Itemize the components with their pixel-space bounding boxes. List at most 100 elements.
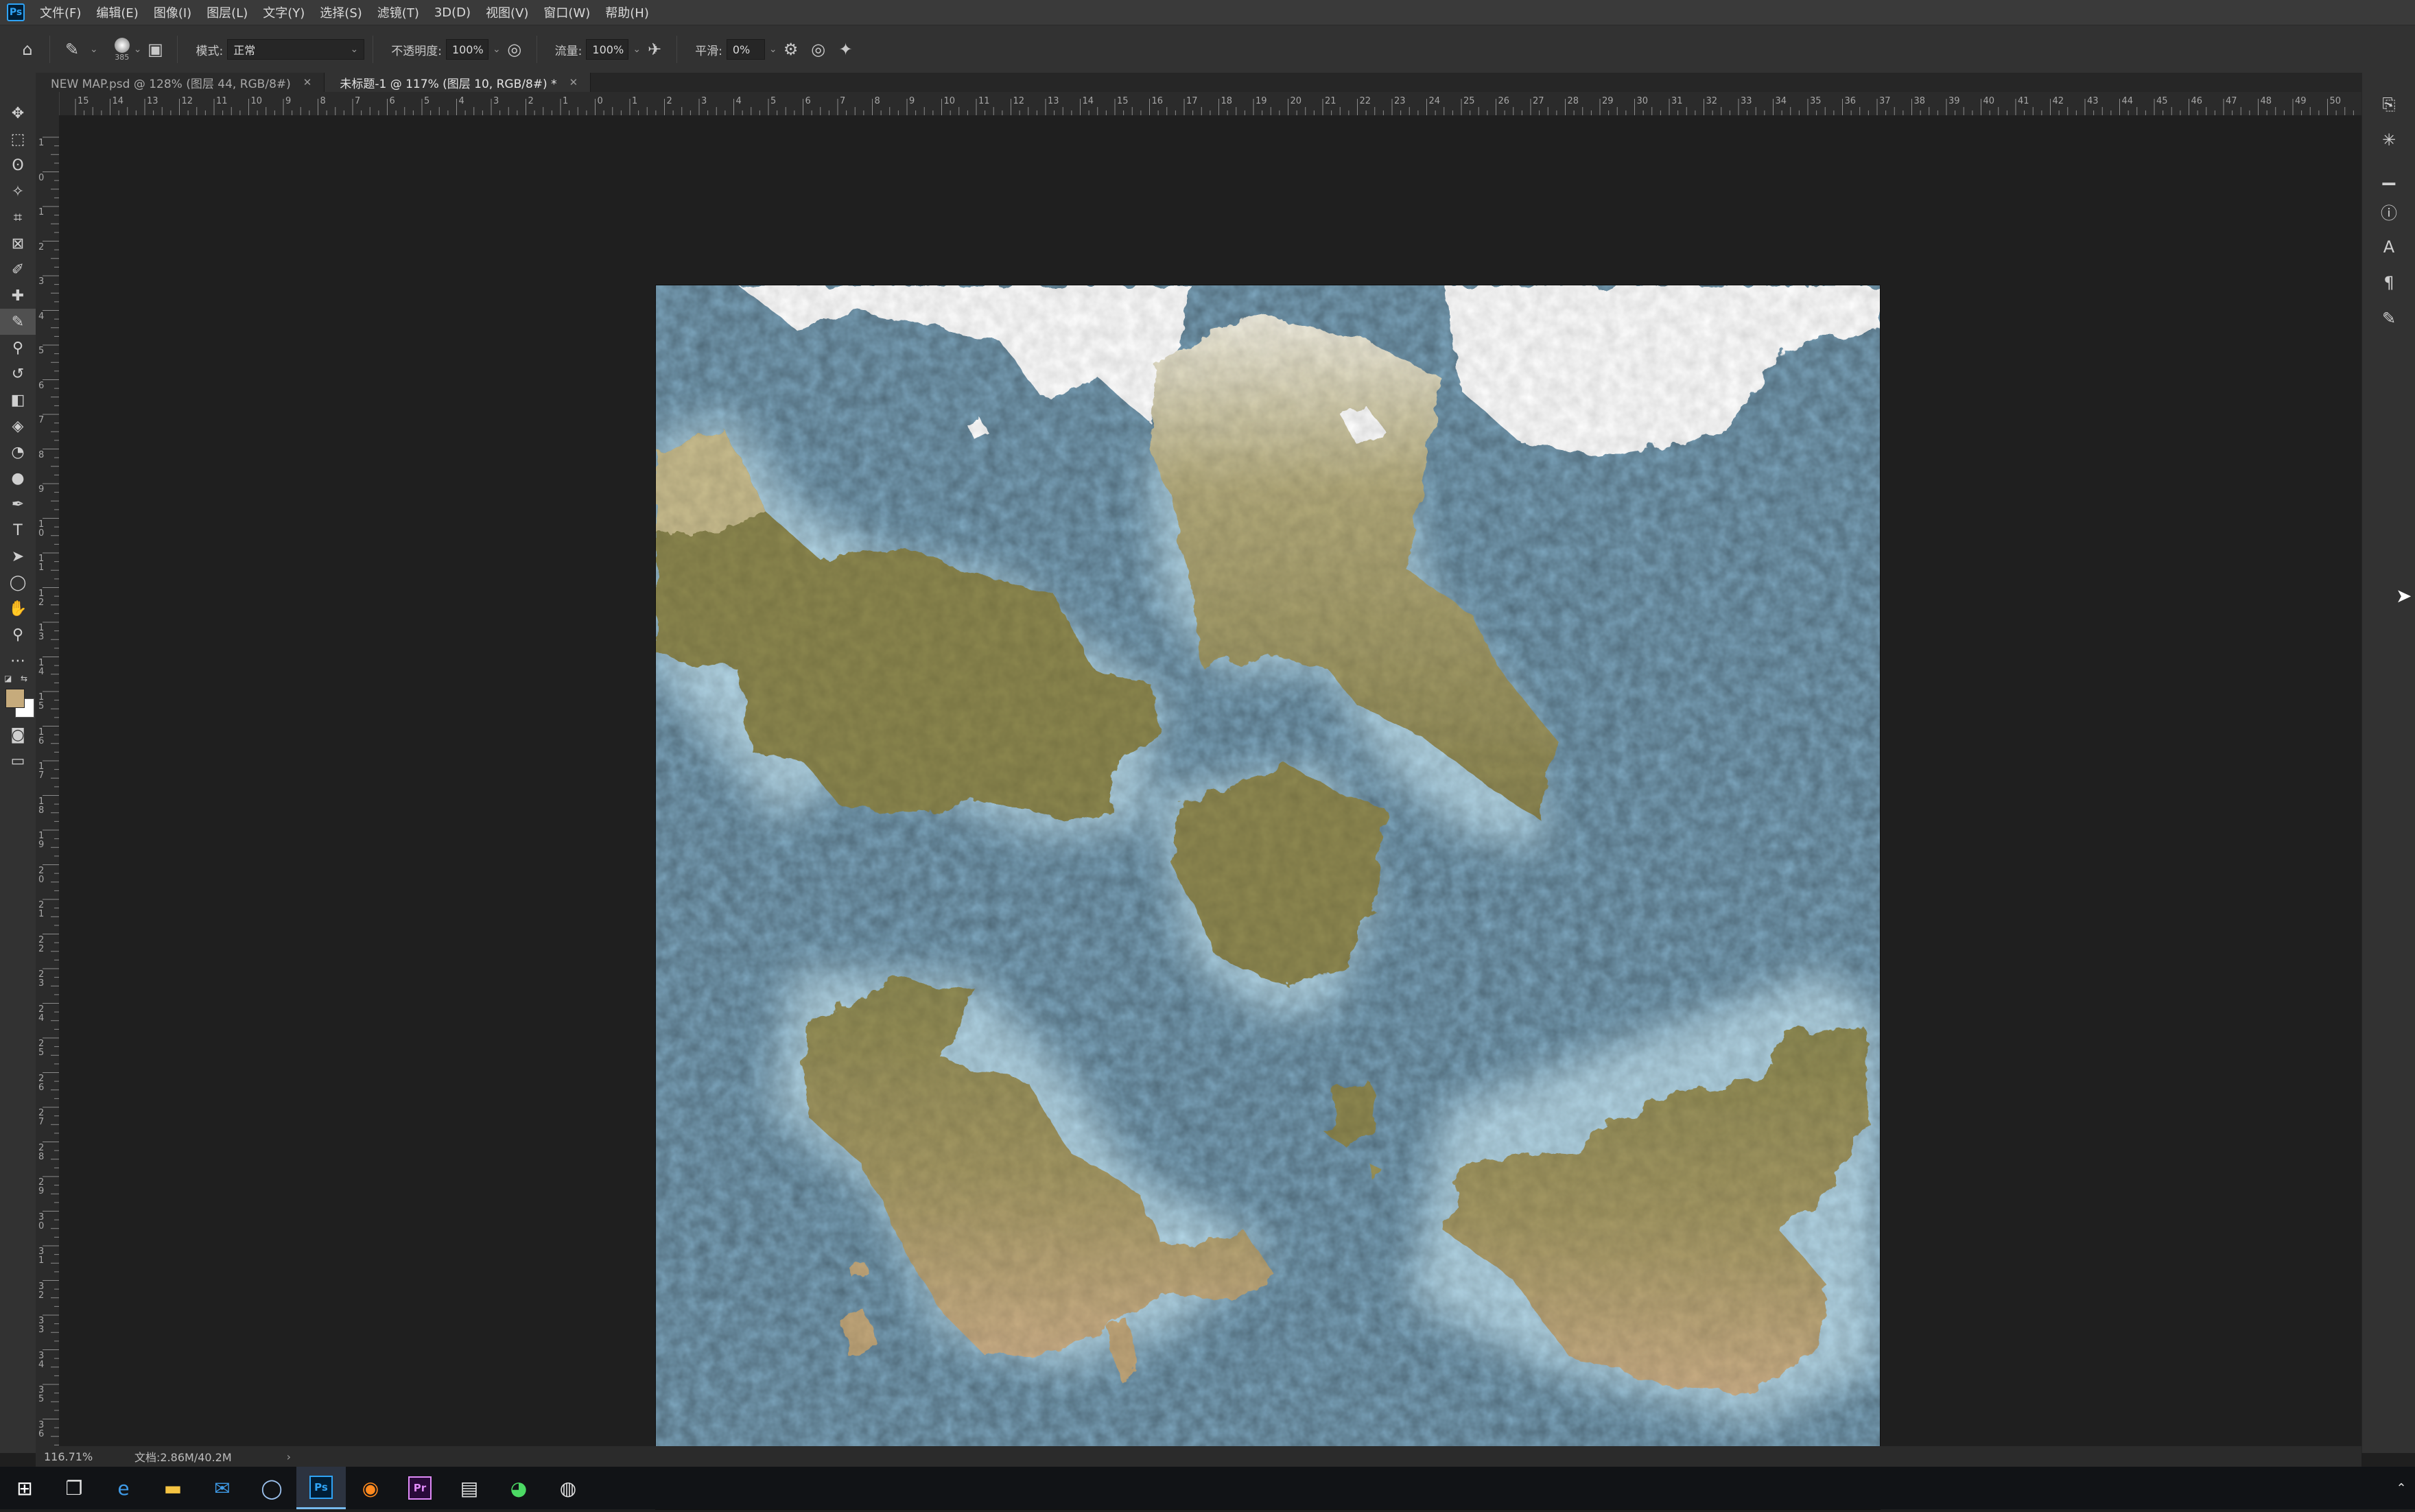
app-window-icon[interactable]: ▤ (445, 1467, 494, 1509)
menu-edit[interactable]: 编辑(E) (96, 3, 138, 21)
ruler-label: 11 (978, 96, 990, 106)
menu-view[interactable]: 视图(V) (486, 3, 528, 21)
foreground-color-swatch[interactable] (5, 689, 25, 708)
crop-tool-icon[interactable]: ⌗ (0, 204, 36, 231)
file-explorer-icon[interactable]: ▬ (148, 1467, 198, 1509)
history-panel-icon[interactable]: ⎘ (2362, 86, 2415, 122)
panel-grip (2362, 73, 2415, 86)
quick-mask-icon[interactable]: ◙ (0, 722, 36, 748)
menu-type[interactable]: 文字(Y) (263, 3, 305, 21)
chevron-down-icon[interactable]: ⌄ (633, 44, 641, 55)
ruler-origin[interactable] (36, 92, 60, 116)
zoom-tool-icon[interactable]: ⚲ (0, 622, 36, 648)
zoom-level[interactable]: 116.71% (44, 1450, 126, 1463)
info-panel-icon[interactable]: ⓘ (2362, 193, 2415, 229)
paint-bucket-tool-icon[interactable]: ◈ (0, 413, 36, 439)
smoothing-input[interactable]: 0% (726, 39, 765, 60)
airbrush-icon[interactable]: ✈ (641, 36, 668, 63)
dodge-tool-icon[interactable]: ● (0, 465, 36, 491)
document-canvas[interactable] (656, 285, 1880, 1509)
flow-input[interactable]: 100% (586, 39, 629, 60)
ruler-label: 25 (1463, 96, 1475, 106)
chevron-down-icon[interactable]: ⌄ (134, 44, 142, 55)
healing-brush-tool-icon[interactable]: ✚ (0, 283, 36, 309)
chevron-up-icon[interactable]: ⌃ (2388, 1467, 2415, 1509)
brush-settings-panel-icon[interactable]: ▣ (141, 36, 169, 63)
pen-tool-icon[interactable]: ✒ (0, 491, 36, 517)
document-tabs: NEW MAP.psd @ 128% (图层 44, RGB/8#) ✕ 未标题… (36, 73, 2361, 92)
pressure-opacity-icon[interactable]: ◎ (501, 36, 528, 63)
histogram-panel-icon[interactable]: ▁ (2362, 158, 2415, 193)
windows-start-icon[interactable]: ⊞ (0, 1467, 49, 1509)
more-tools-icon[interactable]: ⋯ (0, 648, 36, 674)
cortana-icon[interactable]: ◯ (247, 1467, 296, 1509)
opacity-input[interactable]: 100% (445, 39, 488, 60)
brush-settings-panel-icon[interactable]: ✎ (2362, 300, 2415, 336)
menu-filter[interactable]: 滤镜(T) (377, 3, 419, 21)
firefox-icon[interactable]: ◉ (346, 1467, 395, 1509)
history-brush-tool-icon[interactable]: ↺ (0, 361, 36, 387)
wechat-icon[interactable]: ◕ (494, 1467, 543, 1509)
mail-icon[interactable]: ✉ (198, 1467, 247, 1509)
ruler-label: 26 (38, 1073, 45, 1093)
ruler-label: 12 (1013, 96, 1025, 106)
menu-file[interactable]: 文件(F) (40, 3, 81, 21)
adjustments-panel-icon[interactable]: ✳ (2362, 122, 2415, 158)
close-icon[interactable]: ✕ (569, 76, 578, 88)
chevron-down-icon[interactable]: ⌄ (493, 44, 501, 55)
ruler-label: 12 (38, 588, 45, 608)
swap-colors-icon[interactable]: ⇆ (21, 674, 27, 683)
clone-stamp-tool-icon[interactable]: ⚲ (0, 335, 36, 361)
vertical-ruler[interactable]: 1 0 1 2 3 4 5 6 7 8 9 10 11 12 13 14 15 16 17 18 19 20 21 22 23 2… (36, 115, 60, 1453)
ruler-label: 5 (424, 96, 430, 106)
home-icon[interactable]: ⌂ (14, 36, 41, 63)
hand-tool-icon[interactable]: ✋ (0, 595, 36, 622)
screen-mode-icon[interactable]: ▭ (0, 748, 36, 774)
menu-window[interactable]: 窗口(W) (543, 3, 590, 21)
chevron-down-icon[interactable]: ⌄ (90, 44, 98, 55)
obs-icon[interactable]: ◍ (543, 1467, 593, 1509)
move-tool-icon[interactable]: ✥ (0, 100, 36, 126)
blur-tool-icon[interactable]: ◔ (0, 439, 36, 465)
tools-panel: ✥ ⬚ ʘ ✧ ⌗ ⊠ ✐ ✚ ✎ ⚲ ↺ ◧ ◈ ◔ ● ✒ T ➤ ◯ ✋ … (0, 73, 36, 1453)
symmetry-icon[interactable]: ✦ (832, 36, 860, 63)
ruler-label: 30 (38, 1212, 45, 1231)
workspace[interactable] (59, 115, 2361, 1509)
premiere-icon[interactable]: Pr (395, 1467, 445, 1509)
shape-tool-icon[interactable]: ◯ (0, 569, 36, 595)
brush-size-picker[interactable]: 385 (114, 37, 130, 62)
marquee-tool-icon[interactable]: ⬚ (0, 126, 36, 152)
chevron-down-icon[interactable]: ⌄ (769, 44, 777, 55)
tab-untitled-1[interactable]: 未标题-1 @ 117% (图层 10, RGB/8#) * ✕ (325, 73, 591, 92)
menu-3d[interactable]: 3D(D) (434, 5, 471, 20)
brush-tool-icon[interactable]: ✎ (0, 309, 36, 335)
pressure-size-icon[interactable]: ◎ (805, 36, 832, 63)
gear-icon[interactable]: ⚙ (777, 36, 805, 63)
edge-browser-icon[interactable]: e (99, 1467, 148, 1509)
menu-layer[interactable]: 图层(L) (207, 3, 248, 21)
ruler-label: 44 (2121, 96, 2134, 106)
photoshop-taskbar-icon[interactable]: Ps (296, 1467, 346, 1509)
menu-help[interactable]: 帮助(H) (605, 3, 649, 21)
magic-wand-tool-icon[interactable]: ✧ (0, 178, 36, 204)
character-panel-icon[interactable]: A (2362, 229, 2415, 265)
lasso-tool-icon[interactable]: ʘ (0, 152, 36, 178)
menu-image[interactable]: 图像(I) (154, 3, 191, 21)
menu-select[interactable]: 选择(S) (320, 3, 362, 21)
eraser-tool-icon[interactable]: ◧ (0, 387, 36, 413)
path-selection-tool-icon[interactable]: ➤ (0, 543, 36, 569)
chevron-right-icon[interactable]: › (287, 1450, 291, 1463)
frame-tool-icon[interactable]: ⊠ (0, 231, 36, 257)
task-view-icon[interactable]: ❐ (49, 1467, 99, 1509)
type-tool-icon[interactable]: T (0, 517, 36, 543)
eyedropper-tool-icon[interactable]: ✐ (0, 257, 36, 283)
horizontal-ruler[interactable]: 15 14 13 12 11 10 9 8 7 6 5 4 3 2 1 0 1 2 3 4 5 6 7 8 9 10 11 12 13 1… (36, 92, 2361, 116)
mode-select[interactable]: 正常 ⌄ (227, 39, 365, 60)
tab-new-map[interactable]: NEW MAP.psd @ 128% (图层 44, RGB/8#) ✕ (36, 73, 325, 92)
brush-preset-icon[interactable]: ✎ (58, 36, 86, 63)
close-icon[interactable]: ✕ (303, 76, 312, 88)
ruler-label: 35 (38, 1385, 45, 1404)
default-colors-icon[interactable]: ◪ (4, 674, 12, 683)
ruler-label: 20 (38, 865, 45, 885)
paragraph-panel-icon[interactable]: ¶ (2362, 265, 2415, 300)
